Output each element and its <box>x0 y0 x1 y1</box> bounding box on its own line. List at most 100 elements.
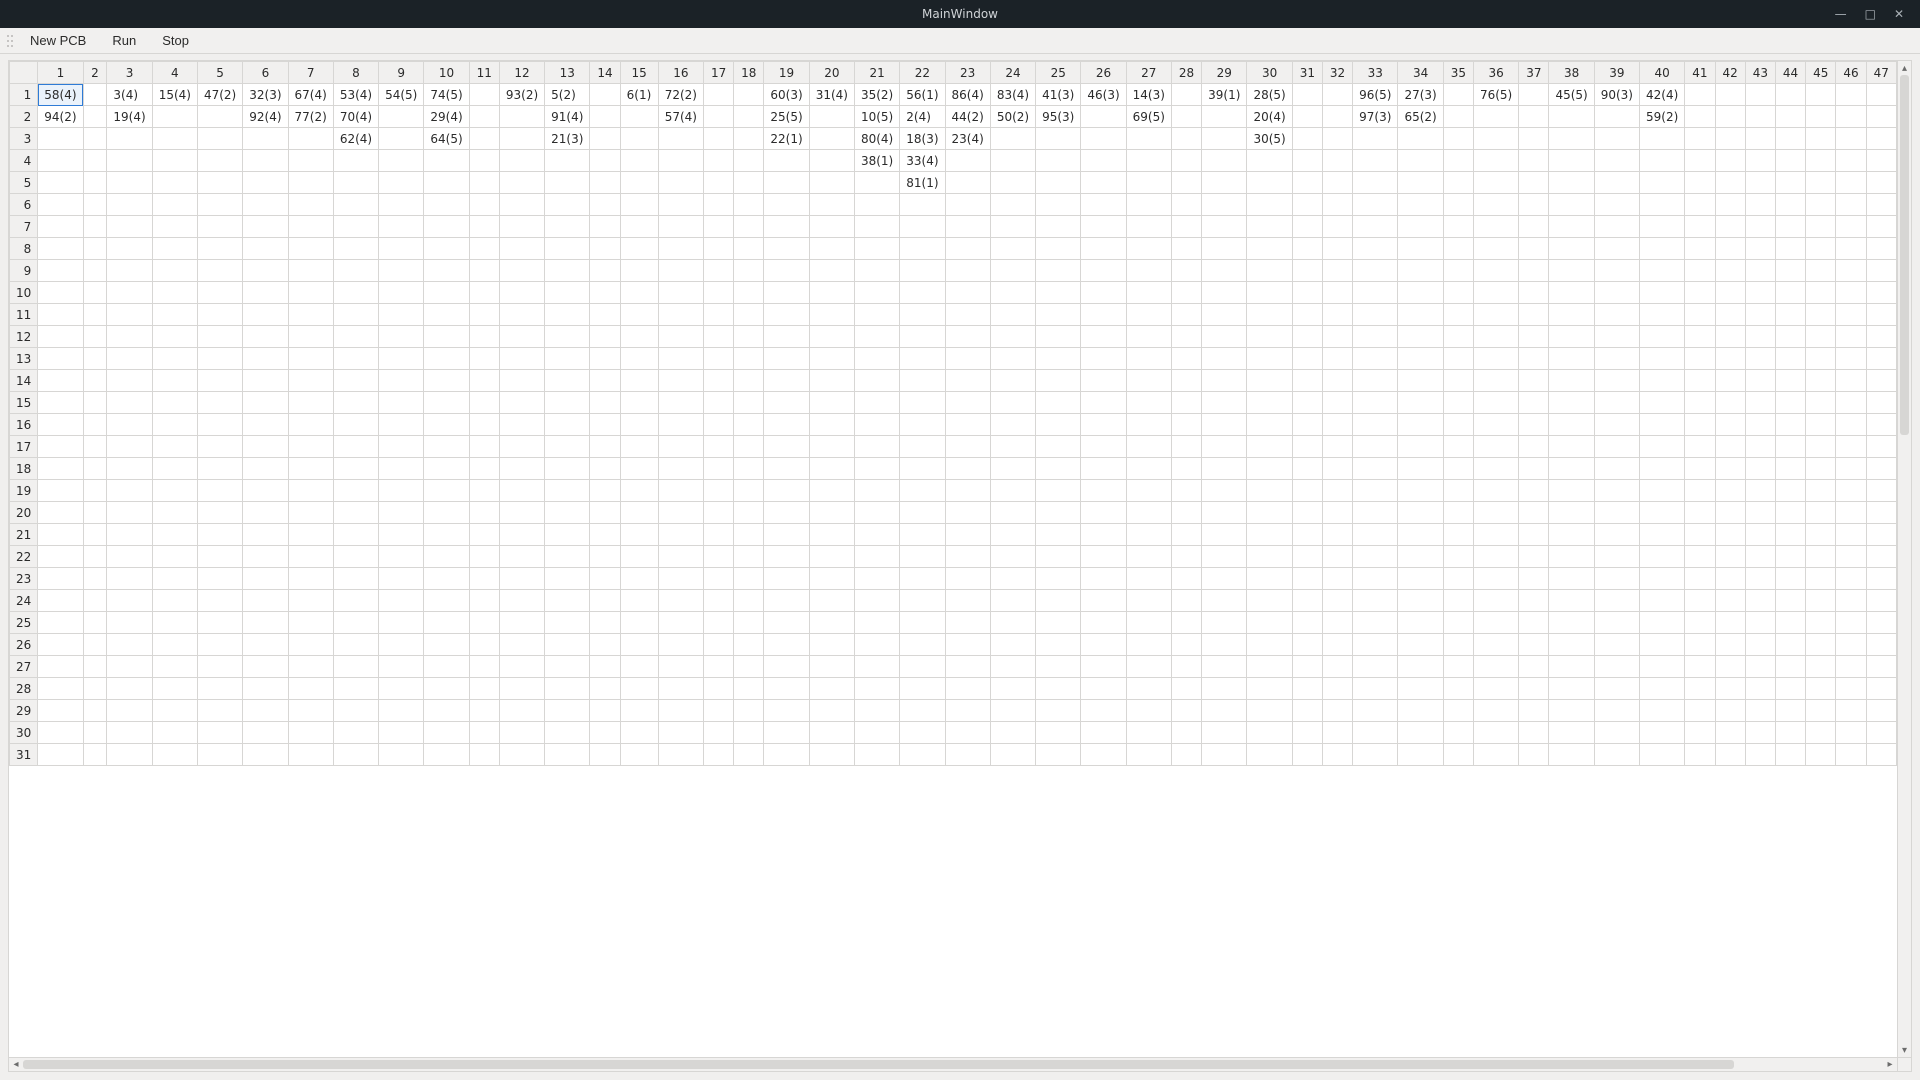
grid-cell[interactable] <box>1775 84 1805 106</box>
grid-cell[interactable] <box>854 260 899 282</box>
grid-cell[interactable] <box>1519 524 1549 546</box>
grid-cell[interactable] <box>1081 524 1126 546</box>
grid-cell[interactable] <box>1806 414 1836 436</box>
grid-cell[interactable] <box>809 480 854 502</box>
grid-cell[interactable] <box>1322 304 1352 326</box>
grid-cell[interactable] <box>1594 568 1639 590</box>
grid-cell[interactable] <box>152 546 197 568</box>
grid-cell[interactable] <box>1322 348 1352 370</box>
grid-cell[interactable] <box>197 106 242 128</box>
grid-cell[interactable] <box>1775 326 1805 348</box>
grid-cell[interactable] <box>545 546 590 568</box>
grid-cell[interactable] <box>590 458 620 480</box>
grid-cell[interactable] <box>854 722 899 744</box>
grid-cell[interactable] <box>658 744 703 766</box>
grid-cell[interactable]: 92(4) <box>243 106 288 128</box>
grid-viewport[interactable]: 1234567891011121314151617181920212223242… <box>9 61 1897 1057</box>
grid-cell[interactable] <box>620 238 658 260</box>
grid-cell[interactable] <box>764 172 809 194</box>
grid-cell[interactable] <box>658 502 703 524</box>
grid-cell[interactable] <box>1398 436 1443 458</box>
grid-cell[interactable] <box>620 700 658 722</box>
grid-cell[interactable] <box>900 722 945 744</box>
column-header[interactable]: 34 <box>1398 62 1443 84</box>
grid-cell[interactable] <box>1685 304 1715 326</box>
grid-cell[interactable] <box>1322 392 1352 414</box>
grid-cell[interactable] <box>764 524 809 546</box>
grid-cell[interactable] <box>1473 744 1518 766</box>
grid-cell[interactable] <box>152 436 197 458</box>
grid-cell[interactable] <box>1398 348 1443 370</box>
grid-cell[interactable] <box>288 546 333 568</box>
grid-cell[interactable] <box>107 458 152 480</box>
grid-cell[interactable] <box>1202 634 1247 656</box>
grid-cell[interactable] <box>379 722 424 744</box>
grid-cell[interactable] <box>1549 282 1594 304</box>
grid-cell[interactable] <box>197 722 242 744</box>
grid-cell[interactable] <box>1473 634 1518 656</box>
grid-cell[interactable] <box>1640 678 1685 700</box>
grid-cell[interactable] <box>1036 172 1081 194</box>
grid-cell[interactable] <box>1836 722 1866 744</box>
row-header[interactable]: 29 <box>10 700 38 722</box>
grid-cell[interactable] <box>809 172 854 194</box>
grid-cell[interactable] <box>703 194 733 216</box>
grid-cell[interactable] <box>1594 678 1639 700</box>
grid-cell[interactable] <box>1866 326 1896 348</box>
grid-cell[interactable] <box>1806 590 1836 612</box>
grid-cell[interactable] <box>545 304 590 326</box>
grid-cell[interactable] <box>1745 656 1775 678</box>
grid-cell[interactable] <box>152 128 197 150</box>
grid-cell[interactable] <box>469 436 499 458</box>
grid-cell[interactable] <box>243 436 288 458</box>
grid-cell[interactable] <box>1836 106 1866 128</box>
grid-cell[interactable] <box>1126 700 1171 722</box>
grid-cell[interactable] <box>288 348 333 370</box>
grid-cell[interactable] <box>1519 216 1549 238</box>
grid-cell[interactable] <box>1806 744 1836 766</box>
grid-cell[interactable]: 31(4) <box>809 84 854 106</box>
grid-cell[interactable] <box>1836 370 1866 392</box>
grid-cell[interactable] <box>499 612 544 634</box>
grid-cell[interactable] <box>1806 326 1836 348</box>
grid-cell[interactable] <box>1443 348 1473 370</box>
column-header[interactable]: 10 <box>424 62 469 84</box>
grid-cell[interactable] <box>658 656 703 678</box>
grid-cell[interactable] <box>658 216 703 238</box>
grid-cell[interactable] <box>424 150 469 172</box>
grid-cell[interactable] <box>1806 282 1836 304</box>
grid-cell[interactable] <box>620 524 658 546</box>
grid-cell[interactable] <box>1247 370 1292 392</box>
grid-cell[interactable] <box>1715 524 1745 546</box>
grid-cell[interactable] <box>1036 458 1081 480</box>
grid-cell[interactable] <box>1292 656 1322 678</box>
grid-cell[interactable] <box>1715 414 1745 436</box>
grid-cell[interactable]: 18(3) <box>900 128 945 150</box>
grid-cell[interactable] <box>1519 458 1549 480</box>
grid-cell[interactable] <box>900 194 945 216</box>
grid-cell[interactable] <box>1640 370 1685 392</box>
grid-cell[interactable] <box>1443 216 1473 238</box>
grid-cell[interactable] <box>1126 216 1171 238</box>
grid-cell[interactable] <box>1806 172 1836 194</box>
grid-cell[interactable] <box>1081 304 1126 326</box>
grid-cell[interactable] <box>1202 612 1247 634</box>
grid-cell[interactable] <box>1247 634 1292 656</box>
column-header[interactable]: 36 <box>1473 62 1518 84</box>
grid-cell[interactable]: 47(2) <box>197 84 242 106</box>
grid-cell[interactable] <box>1715 480 1745 502</box>
grid-cell[interactable] <box>1685 436 1715 458</box>
grid-cell[interactable] <box>1398 260 1443 282</box>
grid-cell[interactable] <box>1292 612 1322 634</box>
grid-cell[interactable] <box>379 656 424 678</box>
grid-cell[interactable] <box>107 238 152 260</box>
grid-cell[interactable] <box>620 414 658 436</box>
grid-cell[interactable] <box>107 370 152 392</box>
grid-cell[interactable] <box>243 216 288 238</box>
grid-cell[interactable] <box>1036 194 1081 216</box>
grid-cell[interactable] <box>1836 656 1866 678</box>
grid-cell[interactable] <box>1473 678 1518 700</box>
grid-cell[interactable] <box>1836 326 1866 348</box>
grid-cell[interactable] <box>379 194 424 216</box>
grid-cell[interactable] <box>499 282 544 304</box>
